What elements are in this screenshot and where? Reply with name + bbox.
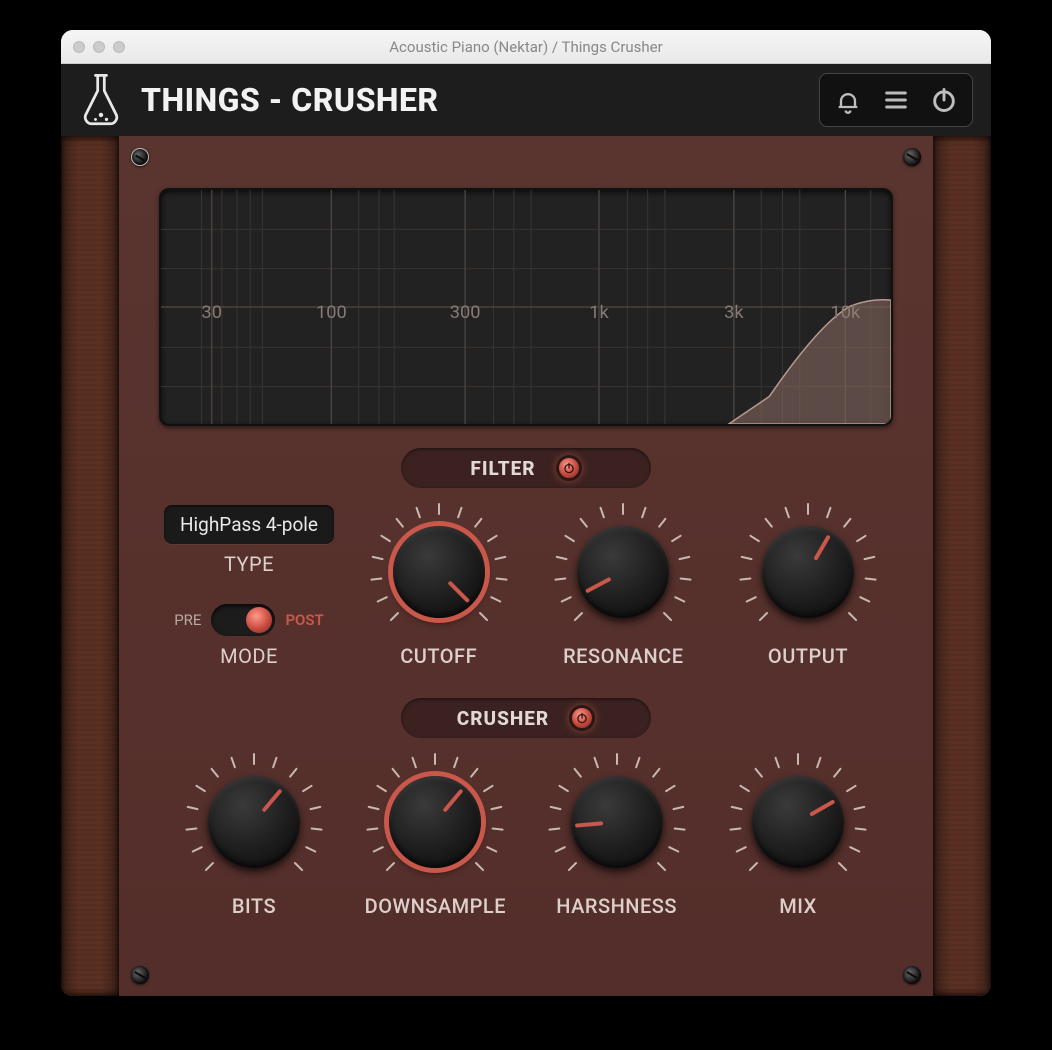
mix-label: MIX <box>779 894 816 918</box>
bits-label: BITS <box>232 894 276 918</box>
notifications-button[interactable] <box>824 78 872 122</box>
hamburger-icon <box>882 86 910 114</box>
freq-label: 10k <box>830 302 861 323</box>
filter-mode-label: MODE <box>220 644 278 668</box>
titlebar[interactable]: Acoustic Piano (Nektar) / Things Crusher <box>61 30 991 64</box>
downsample-label: DOWNSAMPLE <box>365 894 506 918</box>
freq-label: 30 <box>201 302 222 323</box>
filter-enable-toggle[interactable] <box>556 455 582 481</box>
filter-type-column: HighPass 4-pole TYPE PRE POST MODE <box>159 505 339 668</box>
crusher-enable-toggle[interactable] <box>569 705 595 731</box>
output-knob[interactable] <box>738 502 878 642</box>
output-label: OUTPUT <box>768 644 848 668</box>
mix-knob-group: MIX <box>713 752 883 918</box>
window-controls <box>73 41 125 53</box>
screw-icon <box>131 966 149 984</box>
close-window-button[interactable] <box>73 41 85 53</box>
crusher-section-title: CRUSHER <box>457 707 549 730</box>
window-title: Acoustic Piano (Nektar) / Things Crusher <box>61 38 991 56</box>
plugin-title: THINGS - CRUSHER <box>141 81 439 119</box>
filter-section-title: FILTER <box>470 457 535 480</box>
downsample-knob-group: DOWNSAMPLE <box>350 752 520 918</box>
mode-post-label: POST <box>285 611 323 629</box>
bell-icon <box>834 86 862 114</box>
screw-icon <box>131 148 149 166</box>
cutoff-knob-group: CUTOFF <box>354 502 524 668</box>
menu-button[interactable] <box>872 78 920 122</box>
filter-type-label: TYPE <box>224 552 274 576</box>
downsample-knob[interactable] <box>365 752 505 892</box>
freq-label: 300 <box>450 302 481 323</box>
filter-row: HighPass 4-pole TYPE PRE POST MODE CUTOF… <box>159 502 893 668</box>
main-panel: 30 100 300 1k 3k 10k FILTER <box>119 136 933 996</box>
filter-section-header: FILTER <box>401 448 651 488</box>
crusher-row: BITS DOWNSAMPLE HARSHNESS <box>159 752 893 918</box>
bits-knob[interactable] <box>184 752 324 892</box>
mix-knob[interactable] <box>728 752 868 892</box>
zoom-window-button[interactable] <box>113 41 125 53</box>
screw-icon <box>903 148 921 166</box>
cutoff-knob[interactable] <box>369 502 509 642</box>
freq-label: 1k <box>589 302 609 323</box>
power-icon <box>562 461 576 475</box>
wood-panel-left <box>61 136 119 996</box>
filter-mode-row: PRE POST <box>174 604 324 636</box>
minimize-window-button[interactable] <box>93 41 105 53</box>
logo-flask-icon <box>79 72 123 128</box>
plugin-window: Acoustic Piano (Nektar) / Things Crusher… <box>61 30 991 996</box>
harshness-knob[interactable] <box>547 752 687 892</box>
freq-label: 100 <box>316 302 347 323</box>
filter-mode-toggle[interactable] <box>211 604 275 636</box>
harshness-knob-group: HARSHNESS <box>532 752 702 918</box>
output-knob-group: OUTPUT <box>723 502 893 668</box>
wood-panel-right <box>933 136 991 996</box>
mode-pre-label: PRE <box>174 611 201 629</box>
resonance-knob[interactable] <box>553 502 693 642</box>
spectrum-display[interactable]: 30 100 300 1k 3k 10k <box>159 188 893 426</box>
resonance-knob-group: RESONANCE <box>538 502 708 668</box>
plugin-header: THINGS - CRUSHER <box>61 64 991 136</box>
power-icon <box>575 711 589 725</box>
plugin-body: 30 100 300 1k 3k 10k FILTER <box>61 136 991 996</box>
header-toolbar <box>819 73 973 127</box>
filter-type-select[interactable]: HighPass 4-pole <box>164 505 334 544</box>
resonance-label: RESONANCE <box>563 644 683 668</box>
freq-label: 3k <box>724 302 744 323</box>
bits-knob-group: BITS <box>169 752 339 918</box>
power-icon <box>930 86 958 114</box>
toggle-thumb <box>246 607 272 633</box>
cutoff-label: CUTOFF <box>400 644 477 668</box>
crusher-section-header: CRUSHER <box>401 698 651 738</box>
harshness-label: HARSHNESS <box>556 894 677 918</box>
bypass-button[interactable] <box>920 78 968 122</box>
screw-icon <box>903 966 921 984</box>
